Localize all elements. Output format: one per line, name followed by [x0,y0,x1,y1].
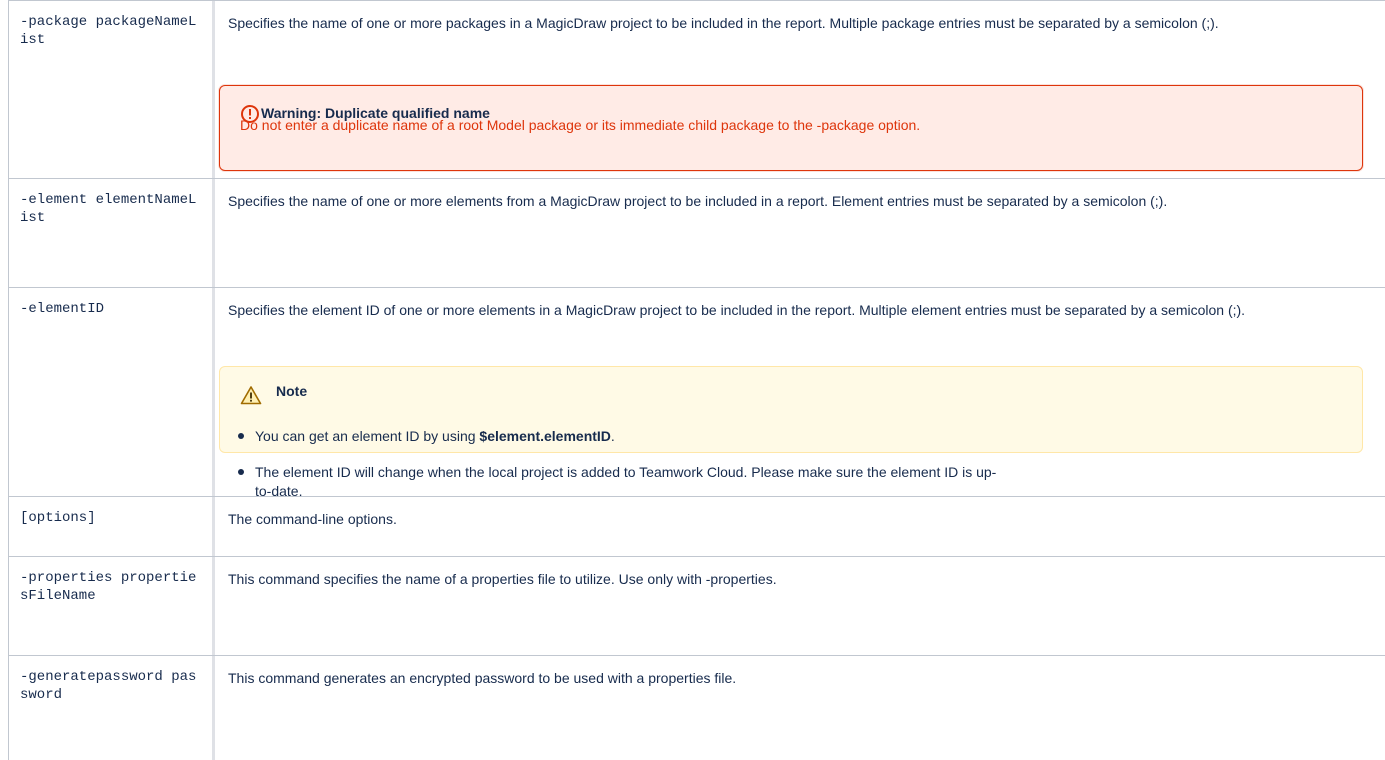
note-bullet-list: The element ID will change when the loca… [235,462,1345,483]
bullet-overflow-text: to-date. [255,483,303,499]
table-row: -properties propertiesFileName This comm… [8,557,1385,656]
option-cell: -package packageNameList [9,1,215,178]
description-cell: This command specifies the name of a pro… [218,557,1385,590]
description-cell: Specifies the name of one or more packag… [218,1,1385,34]
warning-body: Do not enter a duplicate name of a root … [240,117,921,133]
bullet-text: You can get an element ID by using [255,428,480,444]
description-cell: This command generates an encrypted pass… [218,656,1385,689]
option-cell: [options] [9,497,215,556]
description-text: Specifies the name of one or more packag… [228,15,1219,31]
list-item: You can get an element ID by using $elem… [235,426,1345,447]
option-cell: -element elementNameList [9,179,215,287]
description-cell: The command-line options. [218,497,1385,530]
table-row: -generatepassword password This command … [8,656,1385,760]
description-text: This command specifies the name of a pro… [228,571,777,587]
description-text: Specifies the element ID of one or more … [228,302,1246,318]
description-text: The command-line options. [228,511,397,527]
description-text: Specifies the name of one or more elemen… [228,193,1168,209]
list-item: The element ID will change when the loca… [235,462,1345,483]
option-cell: -properties propertiesFileName [9,557,215,655]
note-title: Note [276,383,308,399]
option-cell: -generatepassword password [9,656,215,760]
description-cell: Specifies the element ID of one or more … [218,288,1385,321]
note-bullet-list: You can get an element ID by using $elem… [235,426,1345,447]
warning-triangle-icon [240,386,262,405]
element-id-code: $element.elementID [479,428,611,444]
warning-panel: Warning: Duplicate qualified name Do not… [219,85,1363,171]
description-text: This command generates an encrypted pass… [228,670,737,686]
table-row: [options] The command-line options. [8,497,1385,557]
option-cell: -elementID [9,288,215,496]
bullet-text: . [610,428,615,444]
description-cell: Specifies the name of one or more elemen… [218,179,1385,212]
bullet-text: The element ID will change when the loca… [255,464,997,480]
table-row: -element elementNameList Specifies the n… [8,179,1385,288]
